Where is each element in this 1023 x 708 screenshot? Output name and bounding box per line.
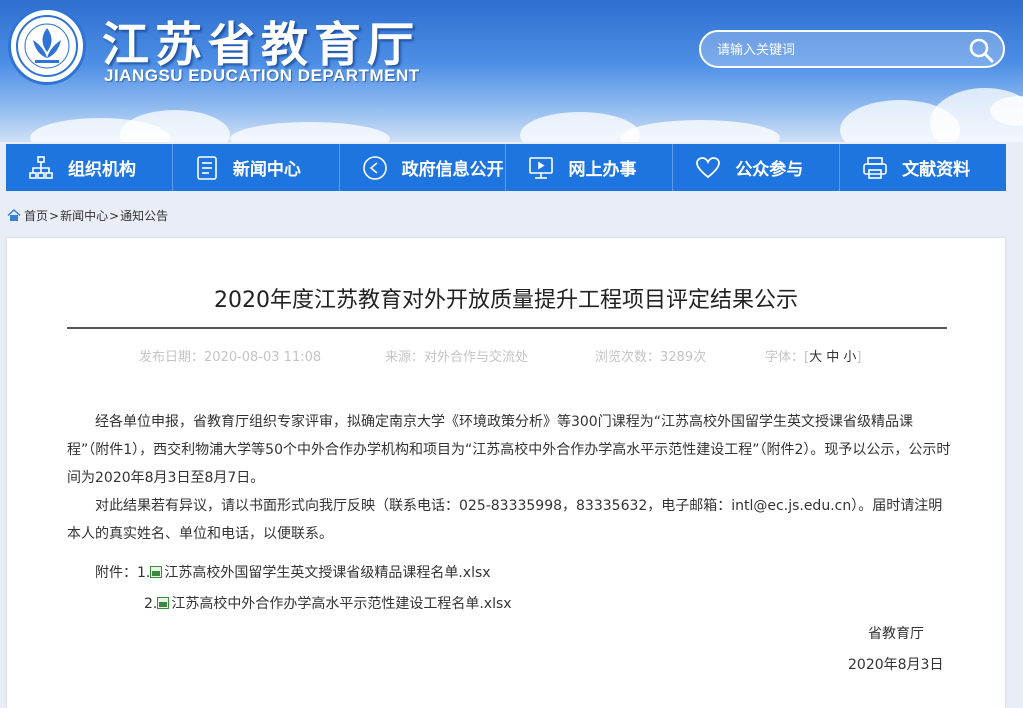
attachment-link[interactable]: 江苏高校外国留学生英文授课省级精品课程名单.xlsx — [164, 565, 490, 581]
site-subtitle: JIANGSU EDUCATION DEPARTMENT — [104, 66, 420, 85]
breadcrumb-separator: > — [49, 208, 60, 223]
font-size-close: ] — [856, 350, 862, 365]
main-nav: 组织机构 新闻中心 政府信息公开 网上办事 公众参与 文献资料 — [6, 144, 1006, 191]
nav-item-gov-info[interactable]: 政府信息公开 — [340, 144, 507, 191]
nav-label: 政府信息公开 — [401, 160, 504, 180]
org-chart-icon — [29, 155, 53, 179]
printer-icon — [863, 156, 887, 179]
breadcrumb-news[interactable]: 新闻中心 — [60, 207, 108, 224]
signature: 省教育厅 — [868, 626, 924, 642]
font-large-button[interactable]: 大 — [809, 350, 822, 365]
publish-date: 发布日期：2020-08-03 11:08 — [139, 350, 322, 365]
sign-date: 2020年8月3日 — [848, 657, 944, 673]
home-icon — [7, 209, 21, 221]
excel-file-icon — [150, 566, 163, 578]
nav-item-literature[interactable]: 文献资料 — [840, 144, 1006, 191]
nav-label: 组织机构 — [68, 160, 136, 180]
nav-item-news[interactable]: 新闻中心 — [173, 144, 340, 191]
nav-item-online-service[interactable]: 网上办事 — [506, 144, 674, 191]
article-title: 2020年度江苏教育对外开放质量提升工程项目评定结果公示 — [214, 288, 798, 313]
search-icon[interactable] — [967, 36, 995, 64]
info-open-icon — [362, 155, 387, 180]
article-paragraph: 对此结果若有异议，请以书面形式向我厅反映（联系电话：025-83335998，8… — [67, 498, 943, 542]
site-title[interactable]: 江苏省教育厅 — [102, 6, 420, 75]
heart-icon — [696, 156, 721, 178]
attachment-num: 2. — [144, 596, 158, 612]
monitor-icon — [529, 156, 554, 179]
font-medium-button[interactable]: 中 — [826, 350, 839, 365]
site-logo-icon[interactable] — [8, 7, 86, 85]
nav-label: 公众参与 — [735, 160, 804, 180]
attachment-1: 附件：1. 江苏高校外国留学生英文授课省级精品课程名单.xlsx — [95, 562, 491, 582]
search-input[interactable] — [715, 39, 959, 61]
font-size-control: 字体：[大 中 小] — [765, 346, 861, 365]
search-box — [699, 30, 1005, 68]
document-icon — [197, 155, 217, 180]
nav-item-public[interactable]: 公众参与 — [673, 144, 841, 191]
view-count: 浏览次数：3289次 — [595, 350, 707, 365]
nav-label: 新闻中心 — [232, 160, 301, 180]
font-small-button[interactable]: 小 — [843, 350, 856, 365]
article-panel: 2020年度江苏教育对外开放质量提升工程项目评定结果公示 发布日期：2020-0… — [7, 238, 1005, 708]
breadcrumb-separator: > — [109, 208, 120, 223]
excel-file-icon — [157, 597, 170, 609]
breadcrumb-notice[interactable]: 通知公告 — [120, 207, 168, 224]
attachment-2: 2. 江苏高校中外合作办学高水平示范性建设工程名单.xlsx — [144, 593, 512, 613]
nav-label: 文献资料 — [902, 160, 971, 180]
nav-label: 网上办事 — [568, 160, 637, 180]
nav-item-org[interactable]: 组织机构 — [6, 144, 173, 191]
article-paragraph: 经各单位申报，省教育厅组织专家评审，拟确定南京大学《环境政策分析》等300门课程… — [67, 414, 951, 486]
breadcrumb-home[interactable]: 首页 — [24, 207, 48, 224]
font-size-label: 字体：[ — [765, 350, 810, 365]
attachment-link[interactable]: 江苏高校中外合作办学高水平示范性建设工程名单.xlsx — [171, 596, 511, 612]
article-source: 来源：对外合作与交流处 — [385, 350, 529, 365]
title-divider — [67, 327, 947, 329]
site-header: 江苏省教育厅 JIANGSU EDUCATION DEPARTMENT — [0, 0, 1023, 142]
article-body: 经各单位申报，省教育厅组织专家评审，拟确定南京大学《环境政策分析》等300门课程… — [67, 408, 952, 548]
breadcrumb: 首页 > 新闻中心 > 通知公告 — [7, 207, 168, 224]
article-meta: 发布日期：2020-08-03 11:08 来源：对外合作与交流处 浏览次数：3… — [67, 346, 947, 366]
attachment-num: 1. — [137, 565, 151, 581]
attachments-label: 附件： — [95, 565, 137, 581]
